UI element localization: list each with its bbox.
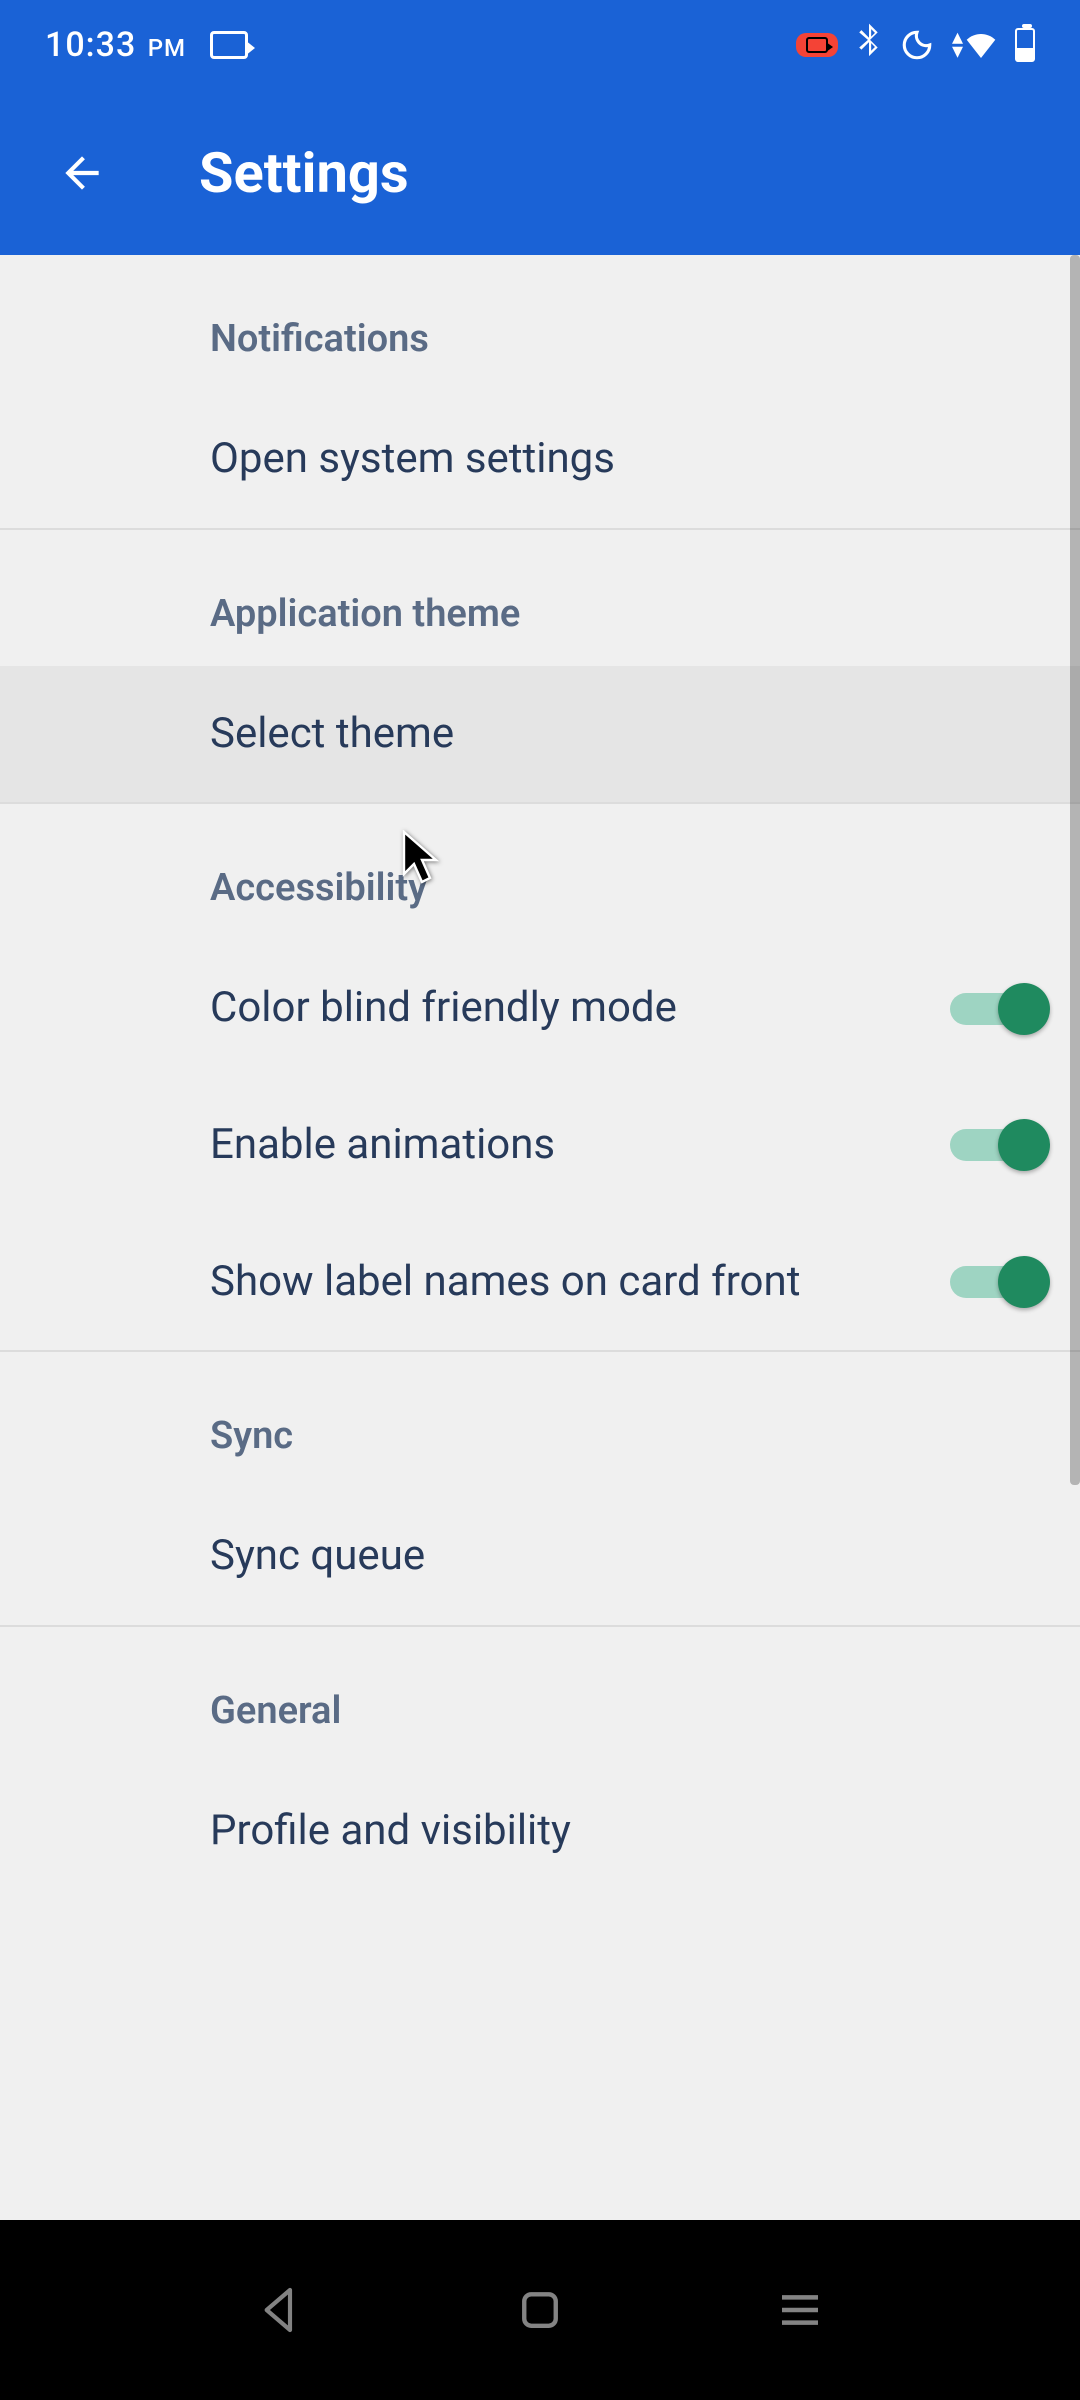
row-enable-animations[interactable]: Enable animations	[0, 1077, 1080, 1214]
status-bar: 10:33 PM ▴▾	[0, 0, 1080, 90]
toggle-label-names[interactable]	[950, 1256, 1050, 1308]
row-label: Color blind friendly mode	[210, 980, 677, 1037]
row-label: Sync queue	[210, 1528, 425, 1585]
nav-home-button[interactable]	[510, 2280, 570, 2340]
row-label: Profile and visibility	[210, 1803, 571, 1860]
row-open-system-settings[interactable]: Open system settings	[0, 391, 1080, 528]
section-header-accessibility: Accessibility	[0, 804, 1080, 940]
page-title: Settings	[199, 140, 409, 206]
nav-recent-button[interactable]	[770, 2280, 830, 2340]
row-show-label-names[interactable]: Show label names on card front	[0, 1214, 1080, 1351]
nav-back-button[interactable]	[250, 2280, 310, 2340]
toggle-animations[interactable]	[950, 1119, 1050, 1171]
row-sync-queue[interactable]: Sync queue	[0, 1488, 1080, 1625]
time-value: 10:33	[45, 25, 136, 65]
battery-icon	[1015, 28, 1035, 62]
wifi-icon: ▴▾	[952, 31, 997, 59]
app-bar: Settings	[0, 90, 1080, 255]
row-color-blind-mode[interactable]: Color blind friendly mode	[0, 940, 1080, 1077]
bluetooth-icon	[856, 23, 882, 67]
row-label: Select theme	[210, 706, 454, 763]
row-label: Open system settings	[210, 431, 615, 488]
section-header-theme: Application theme	[0, 530, 1080, 666]
time-ampm: PM	[148, 34, 186, 62]
scroll-indicator	[1070, 255, 1080, 1485]
status-time: 10:33 PM	[45, 25, 186, 65]
mouse-cursor-icon	[402, 830, 442, 886]
row-profile-visibility[interactable]: Profile and visibility	[0, 1763, 1080, 1900]
section-header-sync: Sync	[0, 1352, 1080, 1488]
row-label: Show label names on card front	[210, 1254, 800, 1311]
camera-indicator-icon	[210, 31, 248, 59]
section-header-notifications: Notifications	[0, 255, 1080, 391]
row-select-theme[interactable]: Select theme	[0, 666, 1080, 803]
row-label: Enable animations	[210, 1117, 555, 1174]
back-button[interactable]	[55, 146, 109, 200]
toggle-color-blind[interactable]	[950, 983, 1050, 1035]
dnd-moon-icon	[900, 28, 934, 62]
system-nav-bar	[0, 2220, 1080, 2400]
section-header-general: General	[0, 1627, 1080, 1763]
recording-badge-icon	[796, 33, 838, 57]
settings-list[interactable]: Notifications Open system settings Appli…	[0, 255, 1080, 2220]
